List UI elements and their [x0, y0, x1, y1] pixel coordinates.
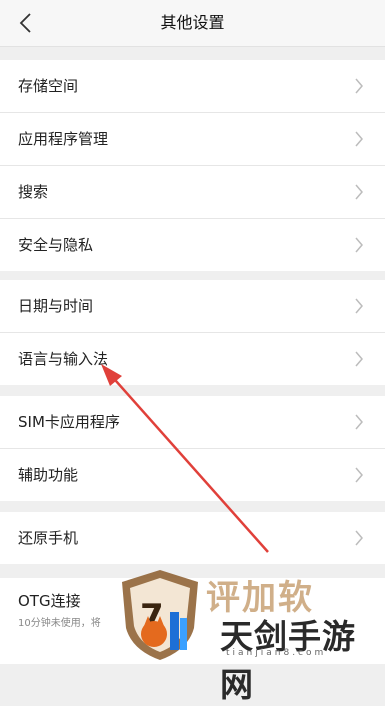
settings-item-label: 还原手机 — [18, 529, 79, 547]
settings-item-sublabel: 10分钟未使用，将 — [18, 618, 101, 629]
settings-item-sim-apps[interactable]: SIM卡应用程序 — [0, 396, 385, 449]
settings-item-label: SIM卡应用程序 — [18, 413, 120, 431]
settings-item-accessibility[interactable]: 辅助功能 — [0, 449, 385, 501]
settings-group-reset: 还原手机 — [0, 512, 385, 564]
settings-item-label: 辅助功能 — [18, 466, 79, 484]
title-bar: 其他设置 — [0, 0, 385, 47]
settings-item-label: 安全与隐私 — [18, 236, 94, 254]
chevron-right-icon — [355, 78, 363, 94]
chevron-right-icon — [355, 237, 363, 253]
settings-item-label: 日期与时间 — [18, 297, 94, 315]
settings-item-label: 应用程序管理 — [18, 130, 109, 148]
watermark-text: 天剑手游网 — [220, 617, 356, 704]
chevron-right-icon — [355, 467, 363, 483]
watermark-logo: 7 — [122, 570, 198, 660]
settings-group-datetime: 日期与时间 语言与输入法 — [0, 280, 385, 385]
settings-item-label: 搜索 — [18, 183, 49, 201]
settings-item-reset-phone[interactable]: 还原手机 — [0, 512, 385, 564]
chevron-right-icon — [355, 414, 363, 430]
settings-item-app-management[interactable]: 应用程序管理 — [0, 113, 385, 166]
chevron-right-icon — [355, 131, 363, 147]
watermark-url: tianjian8.com — [226, 648, 327, 658]
chevron-right-icon — [355, 530, 363, 546]
settings-item-security-privacy[interactable]: 安全与隐私 — [0, 219, 385, 271]
settings-group-sim: SIM卡应用程序 辅助功能 — [0, 396, 385, 501]
chevron-right-icon — [355, 184, 363, 200]
settings-item-search[interactable]: 搜索 — [0, 166, 385, 219]
settings-item-language-input[interactable]: 语言与输入法 — [0, 333, 385, 385]
settings-item-label: 语言与输入法 — [18, 350, 109, 368]
chevron-right-icon — [355, 351, 363, 367]
settings-item-storage[interactable]: 存储空间 — [0, 60, 385, 113]
settings-group-storage: 存储空间 应用程序管理 搜索 安全与隐私 — [0, 60, 385, 271]
settings-item-date-time[interactable]: 日期与时间 — [0, 280, 385, 333]
chevron-right-icon — [355, 298, 363, 314]
page-title: 其他设置 — [160, 13, 225, 32]
settings-item-label: 存储空间 — [18, 77, 79, 95]
